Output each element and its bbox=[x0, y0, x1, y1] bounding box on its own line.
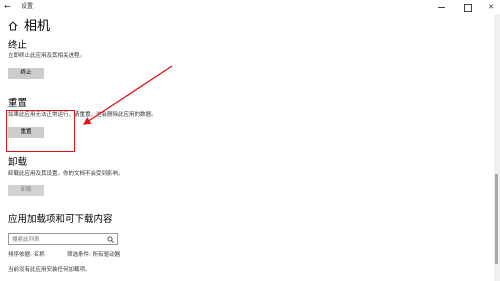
addons-search-box[interactable] bbox=[8, 233, 118, 245]
back-arrow-icon[interactable]: ← bbox=[4, 2, 11, 12]
home-icon[interactable] bbox=[7, 20, 19, 32]
scroll-thumb[interactable] bbox=[495, 174, 498, 264]
uninstall-heading: 卸载 bbox=[8, 157, 28, 168]
vertical-scrollbar[interactable] bbox=[494, 14, 500, 281]
addons-heading: 应用加载项和可下载内容 bbox=[8, 214, 113, 225]
annotation-highlight-box bbox=[6, 110, 75, 152]
close-button[interactable]: ✕ bbox=[481, 0, 500, 14]
uninstall-description: 卸载此应用及其设置。你的文档不会受到影响。 bbox=[8, 171, 124, 177]
reset-heading: 重置 bbox=[8, 98, 28, 109]
addons-search-input[interactable] bbox=[12, 235, 104, 244]
maximize-button[interactable] bbox=[458, 0, 478, 14]
addons-empty-note: 当前没有此应用安装任何加载项。 bbox=[8, 267, 91, 273]
uninstall-button: 卸载 bbox=[8, 185, 44, 196]
window-title: 设置 bbox=[21, 3, 34, 10]
minimize-button[interactable] bbox=[432, 0, 452, 14]
sort-by-dropdown[interactable]: 排序依据: 名称 bbox=[8, 252, 45, 259]
title-bar: ← 设置 ✕ bbox=[0, 0, 500, 14]
terminate-description: 立即终止此应用及其相关进程。 bbox=[8, 53, 86, 59]
search-icon[interactable] bbox=[107, 236, 114, 243]
filter-by-dropdown[interactable]: 筛选条件: 所有驱动器 bbox=[67, 252, 120, 259]
terminate-button[interactable]: 终止 bbox=[8, 68, 44, 79]
page-title: 相机 bbox=[24, 19, 51, 34]
terminate-heading: 终止 bbox=[8, 40, 28, 51]
